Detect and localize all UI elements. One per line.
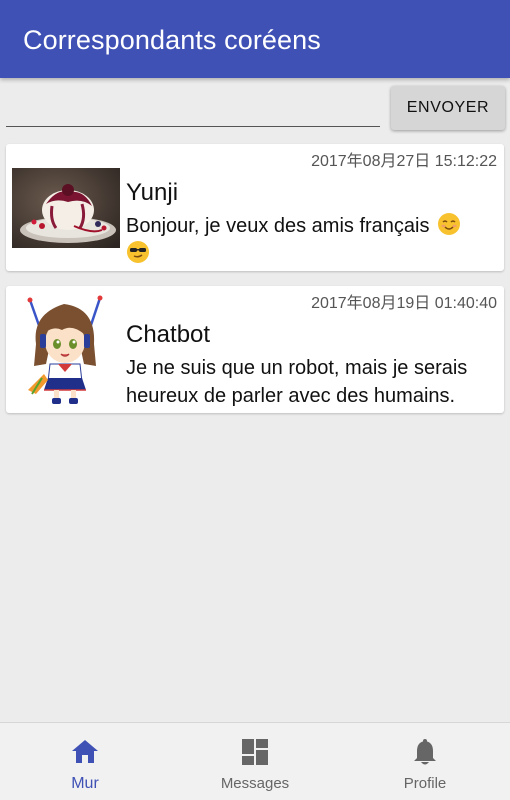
bottom-navigation: Mur Messages Profile — [0, 722, 510, 800]
nav-label: Profile — [403, 775, 447, 792]
send-button[interactable]: ENVOYER — [391, 86, 505, 130]
app-bar: Correspondants coréens — [0, 0, 510, 78]
sunglasses-emoji — [126, 240, 150, 264]
message-text: Je ne suis que un robot, mais je serais … — [126, 357, 468, 407]
message-text: Bonjour, je veux des amis français — [126, 212, 498, 268]
timestamp: 2017年08月19日 01:40:40 — [311, 295, 497, 312]
chatbot-avatar — [18, 294, 112, 406]
nav-item-messages[interactable]: Messages — [170, 723, 340, 800]
smiling-emoji — [437, 212, 461, 236]
feed-card[interactable]: 2017年08月19日 01:40:40 Chatbot Je ne suis … — [6, 286, 504, 413]
home-icon — [70, 737, 100, 767]
dessert-photo — [12, 168, 120, 248]
author-name: Yunji — [126, 179, 179, 206]
author-name: Chatbot — [126, 321, 211, 348]
nav-item-mur[interactable]: Mur — [0, 723, 170, 800]
feed-card[interactable]: 2017年08月27日 15:12:22 Yunji Bonjour, je v… — [6, 144, 504, 271]
nav-label: Messages — [220, 775, 290, 792]
input-underline — [6, 126, 380, 127]
message-input[interactable] — [6, 92, 380, 124]
nav-label: Mur — [71, 775, 99, 792]
dashboard-icon — [240, 737, 270, 767]
app-title: Correspondants coréens — [23, 25, 321, 55]
message-body: Bonjour, je veux des amis français — [126, 215, 430, 237]
nav-item-profile[interactable]: Profile — [340, 723, 510, 800]
bell-icon — [410, 737, 440, 767]
timestamp: 2017年08月27日 15:12:22 — [311, 153, 497, 170]
